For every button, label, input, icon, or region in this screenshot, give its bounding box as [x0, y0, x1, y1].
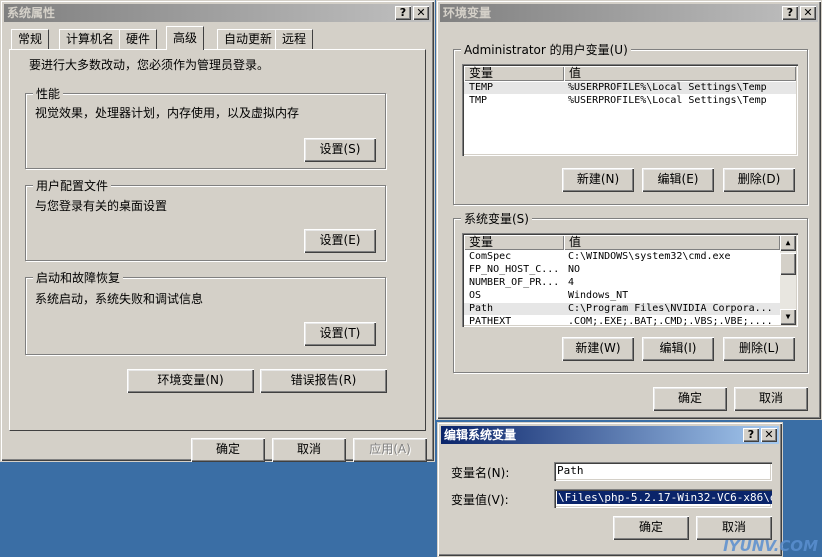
- user-profiles-desc: 与您登录有关的桌面设置: [35, 199, 168, 213]
- system-properties-window: 系统属性 ? ✕ 常规 计算机名 硬件 高级 自动更新 远程 要进行大多数改动，…: [0, 0, 435, 462]
- column-header-variable[interactable]: 变量: [464, 66, 564, 81]
- help-icon[interactable]: ?: [782, 6, 798, 20]
- scroll-thumb[interactable]: [780, 253, 796, 275]
- window-title: 系统属性: [7, 6, 56, 20]
- variable-value: Windows_NT: [568, 290, 629, 301]
- variable-value: %USERPROFILE%\Local Settings\Temp: [568, 82, 767, 93]
- ok-button[interactable]: 确定: [191, 438, 265, 462]
- column-header-variable[interactable]: 变量: [464, 235, 564, 250]
- table-row[interactable]: ComSpec C:\WINDOWS\system32\cmd.exe: [464, 251, 780, 263]
- user-profiles-settings-button[interactable]: 设置(E): [304, 229, 376, 253]
- cancel-button[interactable]: 取消: [734, 387, 808, 411]
- delete-system-variable-button[interactable]: 删除(L): [723, 337, 795, 361]
- edit-variable-titlebar[interactable]: 编辑系统变量 ? ✕: [441, 426, 779, 444]
- table-row[interactable]: NUMBER_OF_PR... 4: [464, 277, 780, 289]
- tab-computer-name[interactable]: 计算机名: [59, 29, 122, 49]
- variable-value: NO: [568, 264, 581, 275]
- column-header-value[interactable]: 值: [564, 235, 780, 250]
- close-icon[interactable]: ✕: [800, 6, 816, 20]
- variable-name: Path: [469, 303, 494, 314]
- variable-name: ComSpec: [469, 251, 512, 262]
- window-title: 编辑系统变量: [444, 428, 517, 442]
- startup-recovery-settings-button[interactable]: 设置(T): [304, 322, 376, 346]
- column-header-value[interactable]: 值: [564, 66, 796, 81]
- variable-value: .COM;.EXE;.BAT;.CMD;.VBS;.VBE;....: [568, 316, 773, 327]
- variable-value: %USERPROFILE%\Local Settings\Temp: [568, 95, 767, 106]
- environment-variables-titlebar[interactable]: 环境变量 ? ✕: [440, 4, 818, 22]
- variable-name: TMP: [469, 95, 488, 106]
- variable-value-label: 变量值(V):: [451, 493, 509, 507]
- performance-settings-button[interactable]: 设置(S): [304, 138, 376, 162]
- edit-user-variable-button[interactable]: 编辑(E): [642, 168, 714, 192]
- table-row[interactable]: OS Windows_NT: [464, 290, 780, 302]
- system-properties-titlebar[interactable]: 系统属性 ? ✕: [4, 4, 431, 22]
- scroll-up-icon[interactable]: ▲: [780, 235, 796, 251]
- cancel-button[interactable]: 取消: [272, 438, 346, 462]
- vertical-scrollbar[interactable]: ▲ ▼: [780, 235, 796, 325]
- selected-text: \Files\php-5.2.17-Win32-VC6-x86\ext: [557, 491, 772, 504]
- variable-name-label: 变量名(N):: [451, 466, 510, 480]
- group-label: 启动和故障恢复: [33, 269, 124, 286]
- variable-value: C:\Program Files\NVIDIA Corpora...: [568, 303, 773, 314]
- table-row[interactable]: TMP %USERPROFILE%\Local Settings\Temp: [464, 95, 796, 107]
- group-label: Administrator 的用户变量(U): [461, 41, 631, 58]
- variable-value: 4: [568, 277, 575, 288]
- variable-name: TEMP: [469, 82, 494, 93]
- close-icon[interactable]: ✕: [413, 6, 429, 20]
- variable-name: OS: [469, 290, 482, 301]
- scroll-down-icon[interactable]: ▼: [780, 309, 796, 325]
- tab-auto-update[interactable]: 自动更新: [217, 29, 280, 49]
- ok-button[interactable]: 确定: [653, 387, 727, 411]
- environment-variables-button[interactable]: 环境变量(N): [127, 369, 254, 393]
- help-icon[interactable]: ?: [743, 428, 759, 442]
- group-label: 用户配置文件: [33, 177, 112, 194]
- variable-name: PATHEXT: [469, 316, 512, 327]
- window-title: 环境变量: [443, 6, 492, 20]
- variable-value: C:\WINDOWS\system32\cmd.exe: [568, 251, 731, 262]
- tab-hardware[interactable]: 硬件: [119, 29, 158, 49]
- table-row[interactable]: FP_NO_HOST_C... NO: [464, 264, 780, 276]
- delete-user-variable-button[interactable]: 删除(D): [723, 168, 795, 192]
- ok-button[interactable]: 确定: [613, 516, 689, 540]
- edit-system-variable-button[interactable]: 编辑(I): [642, 337, 714, 361]
- tab-remote[interactable]: 远程: [275, 29, 314, 49]
- system-variables-list[interactable]: 变量 值 ComSpec C:\WINDOWS\system32\cmd.exe…: [462, 233, 798, 327]
- close-icon[interactable]: ✕: [761, 428, 777, 442]
- new-user-variable-button[interactable]: 新建(N): [562, 168, 634, 192]
- variable-value-field[interactable]: \Files\php-5.2.17-Win32-VC6-x86\ext: [554, 489, 772, 508]
- apply-button[interactable]: 应用(A): [353, 438, 427, 462]
- group-label: 性能: [33, 85, 64, 102]
- table-row[interactable]: PATHEXT .COM;.EXE;.BAT;.CMD;.VBS;.VBE;..…: [464, 316, 780, 327]
- variable-name: NUMBER_OF_PR...: [469, 277, 560, 288]
- help-icon[interactable]: ?: [395, 6, 411, 20]
- variable-name-field[interactable]: Path: [554, 462, 772, 481]
- user-variables-list[interactable]: 变量 值 TEMP %USERPROFILE%\Local Settings\T…: [462, 64, 798, 156]
- performance-desc: 视觉效果，处理器计划，内存使用，以及虚拟内存: [35, 106, 300, 120]
- new-system-variable-button[interactable]: 新建(W): [562, 337, 634, 361]
- admin-notice: 要进行大多数改动，您必须作为管理员登录。: [29, 58, 270, 72]
- tab-advanced[interactable]: 高级: [166, 26, 205, 50]
- table-row[interactable]: TEMP %USERPROFILE%\Local Settings\Temp: [464, 82, 796, 94]
- tab-general[interactable]: 常规: [11, 29, 50, 49]
- group-label: 系统变量(S): [461, 210, 532, 227]
- environment-variables-window: 环境变量 ? ✕ Administrator 的用户变量(U) 变量 值 TEM…: [436, 0, 822, 420]
- error-reporting-button[interactable]: 错误报告(R): [260, 369, 387, 393]
- watermark-logo: IYUNV.COM: [723, 537, 818, 555]
- startup-recovery-desc: 系统启动，系统失败和调试信息: [35, 292, 204, 306]
- table-row[interactable]: Path C:\Program Files\NVIDIA Corpora...: [464, 303, 780, 315]
- variable-name: FP_NO_HOST_C...: [469, 264, 560, 275]
